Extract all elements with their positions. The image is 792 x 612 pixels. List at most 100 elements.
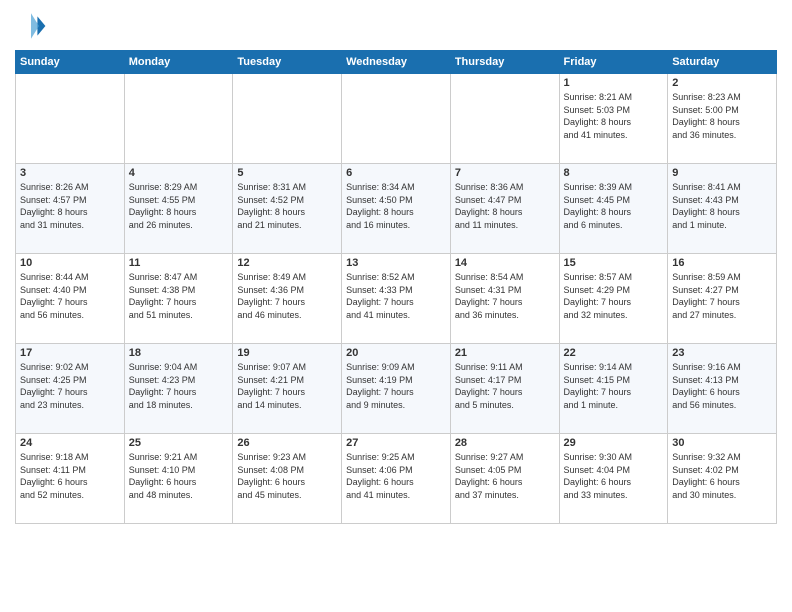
day-number: 17 bbox=[20, 347, 120, 359]
day-info: Sunrise: 8:31 AM Sunset: 4:52 PM Dayligh… bbox=[237, 181, 337, 231]
day-cell: 6Sunrise: 8:34 AM Sunset: 4:50 PM Daylig… bbox=[342, 164, 451, 254]
day-cell: 9 Sunrise: 8:41 AM Sunset: 4:43 PM Daylig… bbox=[668, 164, 777, 254]
day-number: 21 bbox=[455, 347, 555, 359]
page: SundayMondayTuesdayWednesdayThursdayFrid… bbox=[0, 0, 792, 612]
day-number: 11 bbox=[129, 257, 229, 269]
day-number: 26 bbox=[237, 437, 337, 449]
week-row-1: 3 Sunrise: 8:26 AM Sunset: 4:57 PM Daylig… bbox=[16, 164, 777, 254]
day-info: Sunrise: 9:21 AM Sunset: 4:10 PM Dayligh… bbox=[129, 451, 229, 501]
day-number: 22 bbox=[564, 347, 664, 359]
day-cell: 24Sunrise: 9:18 AM Sunset: 4:11 PM Dayli… bbox=[16, 434, 125, 524]
day-number: 14 bbox=[455, 257, 555, 269]
day-number: 28 bbox=[455, 437, 555, 449]
day-number: 23 bbox=[672, 347, 772, 359]
day-number: 18 bbox=[129, 347, 229, 359]
day-cell: 11 Sunrise: 8:47 AM Sunset: 4:38 PM Dayli… bbox=[124, 254, 233, 344]
day-cell bbox=[450, 74, 559, 164]
day-info: Sunrise: 8:26 AM Sunset: 4:57 PM Dayligh… bbox=[20, 181, 120, 231]
day-cell: 16 Sunrise: 8:59 AM Sunset: 4:27 PM Dayli… bbox=[668, 254, 777, 344]
week-row-3: 17 Sunrise: 9:02 AM Sunset: 4:25 PM Dayli… bbox=[16, 344, 777, 434]
day-cell: 26 Sunrise: 9:23 AM Sunset: 4:08 PM Dayli… bbox=[233, 434, 342, 524]
day-info: Sunrise: 9:27 AM Sunset: 4:05 PM Dayligh… bbox=[455, 451, 555, 501]
day-info: Sunrise: 9:14 AM Sunset: 4:15 PM Dayligh… bbox=[564, 361, 664, 411]
week-row-2: 10 Sunrise: 8:44 AM Sunset: 4:40 PM Dayli… bbox=[16, 254, 777, 344]
weekday-header-row: SundayMondayTuesdayWednesdayThursdayFrid… bbox=[16, 51, 777, 74]
day-cell: 17 Sunrise: 9:02 AM Sunset: 4:25 PM Dayli… bbox=[16, 344, 125, 434]
day-info: Sunrise: 9:18 AM Sunset: 4:11 PM Dayligh… bbox=[20, 451, 120, 501]
day-cell: 3 Sunrise: 8:26 AM Sunset: 4:57 PM Daylig… bbox=[16, 164, 125, 254]
day-number: 13 bbox=[346, 257, 446, 269]
day-info: Sunrise: 9:25 AM Sunset: 4:06 PM Dayligh… bbox=[346, 451, 446, 501]
weekday-header-monday: Monday bbox=[124, 51, 233, 74]
weekday-header-friday: Friday bbox=[559, 51, 668, 74]
day-number: 25 bbox=[129, 437, 229, 449]
day-cell: 27 Sunrise: 9:25 AM Sunset: 4:06 PM Dayli… bbox=[342, 434, 451, 524]
logo bbox=[15, 10, 51, 42]
day-cell: 12Sunrise: 8:49 AM Sunset: 4:36 PM Dayli… bbox=[233, 254, 342, 344]
day-number: 27 bbox=[346, 437, 446, 449]
week-row-0: 1Sunrise: 8:21 AM Sunset: 5:03 PM Daylig… bbox=[16, 74, 777, 164]
day-info: Sunrise: 8:44 AM Sunset: 4:40 PM Dayligh… bbox=[20, 271, 120, 321]
day-number: 20 bbox=[346, 347, 446, 359]
day-cell: 13 Sunrise: 8:52 AM Sunset: 4:33 PM Dayli… bbox=[342, 254, 451, 344]
day-cell bbox=[124, 74, 233, 164]
weekday-header-saturday: Saturday bbox=[668, 51, 777, 74]
day-number: 15 bbox=[564, 257, 664, 269]
day-info: Sunrise: 9:30 AM Sunset: 4:04 PM Dayligh… bbox=[564, 451, 664, 501]
day-info: Sunrise: 9:02 AM Sunset: 4:25 PM Dayligh… bbox=[20, 361, 120, 411]
day-info: Sunrise: 8:21 AM Sunset: 5:03 PM Dayligh… bbox=[564, 91, 664, 141]
day-info: Sunrise: 9:23 AM Sunset: 4:08 PM Dayligh… bbox=[237, 451, 337, 501]
day-cell: 4 Sunrise: 8:29 AM Sunset: 4:55 PM Daylig… bbox=[124, 164, 233, 254]
day-cell: 2Sunrise: 8:23 AM Sunset: 5:00 PM Daylig… bbox=[668, 74, 777, 164]
day-cell bbox=[342, 74, 451, 164]
day-info: Sunrise: 8:54 AM Sunset: 4:31 PM Dayligh… bbox=[455, 271, 555, 321]
day-cell: 15 Sunrise: 8:57 AM Sunset: 4:29 PM Dayli… bbox=[559, 254, 668, 344]
day-number: 29 bbox=[564, 437, 664, 449]
day-cell: 19Sunrise: 9:07 AM Sunset: 4:21 PM Dayli… bbox=[233, 344, 342, 434]
day-cell: 30Sunrise: 9:32 AM Sunset: 4:02 PM Dayli… bbox=[668, 434, 777, 524]
day-number: 3 bbox=[20, 167, 120, 179]
day-info: Sunrise: 9:09 AM Sunset: 4:19 PM Dayligh… bbox=[346, 361, 446, 411]
day-cell: 18 Sunrise: 9:04 AM Sunset: 4:23 PM Dayli… bbox=[124, 344, 233, 434]
header bbox=[15, 10, 777, 42]
day-number: 12 bbox=[237, 257, 337, 269]
day-cell bbox=[16, 74, 125, 164]
day-info: Sunrise: 8:36 AM Sunset: 4:47 PM Dayligh… bbox=[455, 181, 555, 231]
day-cell: 10 Sunrise: 8:44 AM Sunset: 4:40 PM Dayli… bbox=[16, 254, 125, 344]
day-number: 4 bbox=[129, 167, 229, 179]
day-info: Sunrise: 8:59 AM Sunset: 4:27 PM Dayligh… bbox=[672, 271, 772, 321]
day-info: Sunrise: 8:39 AM Sunset: 4:45 PM Dayligh… bbox=[564, 181, 664, 231]
day-info: Sunrise: 8:52 AM Sunset: 4:33 PM Dayligh… bbox=[346, 271, 446, 321]
day-number: 30 bbox=[672, 437, 772, 449]
day-info: Sunrise: 8:41 AM Sunset: 4:43 PM Dayligh… bbox=[672, 181, 772, 231]
day-number: 6 bbox=[346, 167, 446, 179]
day-number: 9 bbox=[672, 167, 772, 179]
day-number: 5 bbox=[237, 167, 337, 179]
day-cell bbox=[233, 74, 342, 164]
day-number: 10 bbox=[20, 257, 120, 269]
day-number: 7 bbox=[455, 167, 555, 179]
day-info: Sunrise: 8:29 AM Sunset: 4:55 PM Dayligh… bbox=[129, 181, 229, 231]
day-cell: 28 Sunrise: 9:27 AM Sunset: 4:05 PM Dayli… bbox=[450, 434, 559, 524]
day-cell: 25 Sunrise: 9:21 AM Sunset: 4:10 PM Dayli… bbox=[124, 434, 233, 524]
day-number: 8 bbox=[564, 167, 664, 179]
day-cell: 23 Sunrise: 9:16 AM Sunset: 4:13 PM Dayli… bbox=[668, 344, 777, 434]
day-info: Sunrise: 8:57 AM Sunset: 4:29 PM Dayligh… bbox=[564, 271, 664, 321]
day-info: Sunrise: 9:16 AM Sunset: 4:13 PM Dayligh… bbox=[672, 361, 772, 411]
day-cell: 14 Sunrise: 8:54 AM Sunset: 4:31 PM Dayli… bbox=[450, 254, 559, 344]
day-info: Sunrise: 8:47 AM Sunset: 4:38 PM Dayligh… bbox=[129, 271, 229, 321]
day-info: Sunrise: 9:11 AM Sunset: 4:17 PM Dayligh… bbox=[455, 361, 555, 411]
day-number: 16 bbox=[672, 257, 772, 269]
day-cell: 8 Sunrise: 8:39 AM Sunset: 4:45 PM Daylig… bbox=[559, 164, 668, 254]
logo-icon bbox=[15, 10, 47, 42]
week-row-4: 24Sunrise: 9:18 AM Sunset: 4:11 PM Dayli… bbox=[16, 434, 777, 524]
weekday-header-wednesday: Wednesday bbox=[342, 51, 451, 74]
day-info: Sunrise: 9:04 AM Sunset: 4:23 PM Dayligh… bbox=[129, 361, 229, 411]
day-cell: 22 Sunrise: 9:14 AM Sunset: 4:15 PM Dayli… bbox=[559, 344, 668, 434]
day-cell: 5 Sunrise: 8:31 AM Sunset: 4:52 PM Daylig… bbox=[233, 164, 342, 254]
day-number: 2 bbox=[672, 77, 772, 89]
weekday-header-thursday: Thursday bbox=[450, 51, 559, 74]
day-cell: 1Sunrise: 8:21 AM Sunset: 5:03 PM Daylig… bbox=[559, 74, 668, 164]
day-cell: 29 Sunrise: 9:30 AM Sunset: 4:04 PM Dayli… bbox=[559, 434, 668, 524]
day-info: Sunrise: 9:07 AM Sunset: 4:21 PM Dayligh… bbox=[237, 361, 337, 411]
